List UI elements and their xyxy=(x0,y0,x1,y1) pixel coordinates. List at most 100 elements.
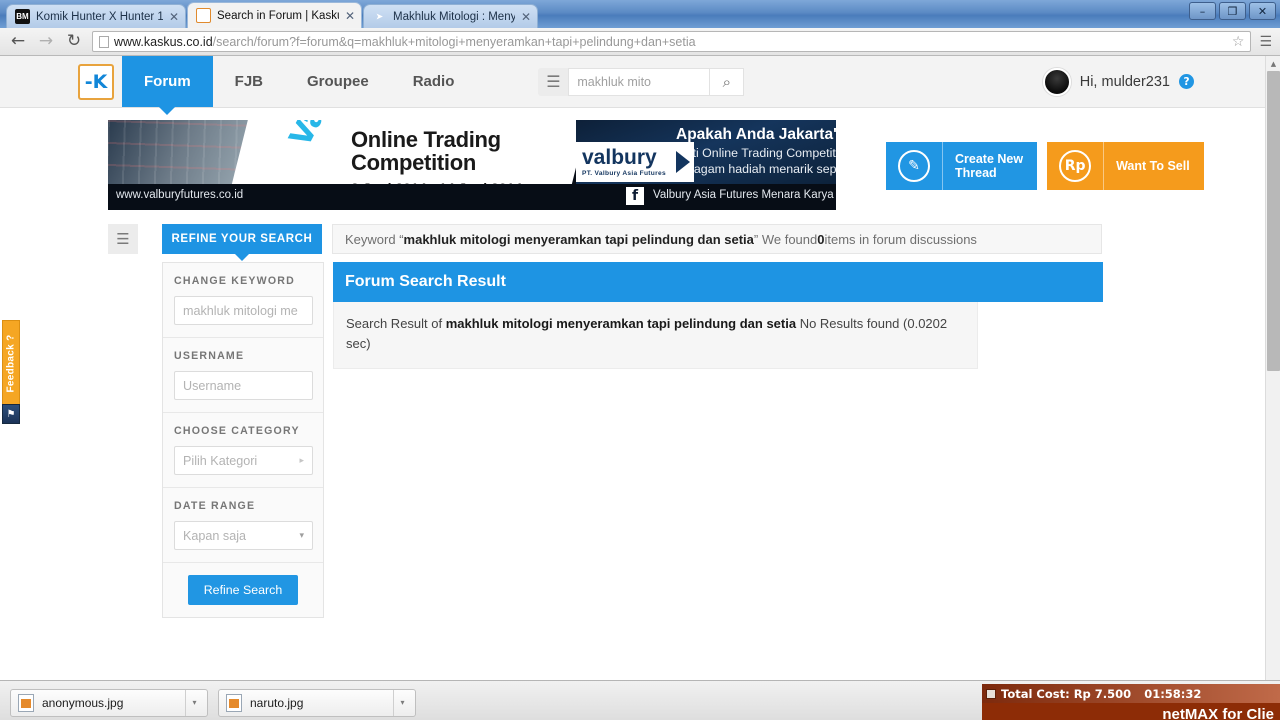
tab-close-icon[interactable]: ✕ xyxy=(169,10,179,24)
create-new-thread-button[interactable]: ✎ Create New Thread xyxy=(886,142,1038,190)
nav-item-fjb[interactable]: FJB xyxy=(213,56,285,107)
page-viewport: ‑K Forum FJB Groupee Radio ☰ makhluk mit… xyxy=(0,56,1280,680)
page-scrollbar[interactable]: ▲ xyxy=(1265,56,1280,680)
search-icon[interactable]: ⌕ xyxy=(710,67,745,96)
ad-headline: Apakah Anda Jakarta's Top Trader? xyxy=(676,126,836,143)
minimize-button[interactable]: – xyxy=(1189,2,1216,20)
browser-tab-2[interactable]: K Search in Forum | Kaskus - Tl ✕ xyxy=(187,2,362,28)
netmax-time: 01:58:32 xyxy=(1144,686,1202,701)
ad-subline-2: beragam hadiah menarik seperti Samsung 3… xyxy=(676,162,836,176)
site-header: ‑K Forum FJB Groupee Radio ☰ makhluk mit… xyxy=(0,56,1280,108)
browser-tab-3[interactable]: ➤ Makhluk Mitologi : Menyeram ✕ xyxy=(363,4,538,28)
filter-label: DATE RANGE xyxy=(174,500,256,512)
nav-item-forum[interactable]: Forum xyxy=(122,56,213,107)
want-to-sell-button[interactable]: Rp Want To Sell xyxy=(1047,142,1204,190)
refine-your-search-tab[interactable]: REFINE YOUR SEARCH xyxy=(162,224,322,254)
browser-menu-icon[interactable]: ☰ xyxy=(1259,34,1272,50)
back-icon[interactable]: ← xyxy=(8,33,28,50)
kaskus-logo-icon[interactable]: ‑K xyxy=(78,63,114,100)
advertisement-banner[interactable]: Valbury Online Trading Competition 2 Jun… xyxy=(108,120,836,210)
header-search: ☰ makhluk mito ⌕ xyxy=(538,67,745,96)
feedback-badge-icon[interactable]: ⚑ xyxy=(2,404,20,424)
rupiah-icon: Rp xyxy=(1059,150,1092,182)
netmax-body: netMAX for Clie xyxy=(982,703,1280,720)
result-count: 0 xyxy=(817,231,825,247)
create-thread-label: Create New Thread xyxy=(943,152,1037,181)
url-host: www.kaskus.co.id xyxy=(114,34,213,49)
chevron-down-icon[interactable]: ▾ xyxy=(185,689,203,716)
page-info-icon xyxy=(99,35,109,48)
result-panel-body: Search Result of makhluk mitologi menyer… xyxy=(333,302,978,370)
filter-footer: Refine Search xyxy=(163,563,323,617)
bm-favicon-icon: BM xyxy=(15,9,30,24)
feedback-tab[interactable]: Feedback ? xyxy=(2,320,20,406)
close-window-button[interactable]: ✕ xyxy=(1249,2,1276,20)
create-thread-line1: Create New xyxy=(955,151,1024,166)
netmax-widget[interactable]: Total Cost: Rp 7.500 01:58:32 netMAX for… xyxy=(982,684,1280,720)
maximize-button[interactable]: ❐ xyxy=(1219,2,1246,20)
image-file-icon xyxy=(226,693,242,712)
filter-change-keyword: CHANGE KEYWORD makhluk mitologi me xyxy=(163,263,323,338)
filter-username: USERNAME Username xyxy=(163,338,323,413)
address-bar[interactable]: www.kaskus.co.id/search/forum?f=forum&q=… xyxy=(92,31,1252,52)
ad-valbury-logo: valbury PT. Valbury Asia Futures xyxy=(576,142,694,182)
download-item[interactable]: anonymous.jpg ▾ xyxy=(10,688,208,717)
create-thread-line2: Thread xyxy=(955,166,997,180)
user-greeting[interactable]: Hi, mulder231 xyxy=(1080,74,1170,90)
site-nav: Forum FJB Groupee Radio xyxy=(122,56,476,107)
download-filename: anonymous.jpg xyxy=(42,695,124,710)
chevron-down-icon[interactable]: ▾ xyxy=(393,689,411,716)
avatar[interactable] xyxy=(1042,67,1071,96)
filter-panel: CHANGE KEYWORD makhluk mitologi me USERN… xyxy=(162,262,324,618)
browser-chrome: BM Komik Hunter X Hunter 188 H ✕ K Searc… xyxy=(0,0,1280,56)
chevron-right-icon: ▸ xyxy=(299,455,304,466)
ad-arrow-icon xyxy=(676,151,690,173)
download-filename: naruto.jpg xyxy=(250,695,304,710)
keyword-suffix: ” We found xyxy=(753,231,818,247)
address-bar-text: www.kaskus.co.id/search/forum?f=forum&q=… xyxy=(114,35,1221,49)
tab-close-icon[interactable]: ✕ xyxy=(521,10,531,24)
change-keyword-input[interactable]: makhluk mitologi me xyxy=(174,296,313,325)
ad-facebook-text: Valbury Asia Futures Menara Karya xyxy=(653,189,834,201)
ad-footer: www.valburyfutures.co.id f Valbury Asia … xyxy=(108,184,836,210)
netmax-square-icon xyxy=(986,688,996,699)
download-item[interactable]: naruto.jpg ▾ xyxy=(218,688,416,717)
netmax-cost-label: Total Cost: Rp 7.500 xyxy=(1001,686,1132,701)
image-file-icon xyxy=(18,693,34,712)
bookmark-star-icon[interactable]: ☆ xyxy=(1232,34,1245,50)
date-range-select[interactable]: Kapan saja ▾ xyxy=(174,521,313,550)
forward-icon[interactable]: → xyxy=(36,33,56,50)
action-buttons: ✎ Create New Thread Rp Want To Sell xyxy=(886,142,1204,190)
tab-close-icon[interactable]: ✕ xyxy=(345,9,355,23)
refine-search-button[interactable]: Refine Search xyxy=(187,575,299,605)
ad-subline-1: Ikuti Online Trading Competition kami da… xyxy=(676,146,836,160)
result-query: makhluk mitologi menyeramkan tapi pelind… xyxy=(445,316,797,331)
browser-titlebar: BM Komik Hunter X Hunter 188 H ✕ K Searc… xyxy=(0,0,1280,28)
user-area[interactable]: Hi, mulder231 ? xyxy=(1042,67,1194,96)
feedback-label: Feedback ? xyxy=(5,333,17,393)
category-select[interactable]: Pilih Kategori ▸ xyxy=(174,446,313,475)
red-flag-favicon-icon: ➤ xyxy=(376,11,383,21)
nav-item-radio[interactable]: Radio xyxy=(391,56,477,107)
main-columns: CHANGE KEYWORD makhluk mitologi me USERN… xyxy=(108,262,1280,618)
filter-label: CHANGE KEYWORD xyxy=(174,275,295,287)
change-keyword-value: makhluk mitologi me xyxy=(183,303,298,318)
username-placeholder: Username xyxy=(183,378,242,393)
scrollbar-thumb[interactable] xyxy=(1267,71,1280,371)
ad-url: www.valburyfutures.co.id xyxy=(116,189,244,201)
url-path: /search/forum?f=forum&q=makhluk+mitologi… xyxy=(212,34,696,49)
browser-tab-1[interactable]: BM Komik Hunter X Hunter 188 H ✕ xyxy=(6,4,186,28)
help-icon[interactable]: ? xyxy=(1179,74,1194,89)
sidebar-toggle-hamburger-icon[interactable]: ☰ xyxy=(108,224,138,254)
tab-title: Search in Forum | Kaskus - Tl xyxy=(217,9,339,22)
reload-icon[interactable]: ↻ xyxy=(64,33,84,50)
header-search-input[interactable]: makhluk mito xyxy=(568,67,711,96)
result-panel-header: Forum Search Result xyxy=(333,262,1103,302)
search-category-hamburger-icon[interactable]: ☰ xyxy=(538,73,568,90)
scroll-up-arrow-icon[interactable]: ▲ xyxy=(1266,56,1280,71)
filter-category: CHOOSE CATEGORY Pilih Kategori ▸ xyxy=(163,413,323,488)
nav-item-groupee[interactable]: Groupee xyxy=(285,56,391,107)
filter-label: USERNAME xyxy=(174,350,245,362)
tab-title: Makhluk Mitologi : Menyeram xyxy=(393,10,515,23)
username-input[interactable]: Username xyxy=(174,371,313,400)
